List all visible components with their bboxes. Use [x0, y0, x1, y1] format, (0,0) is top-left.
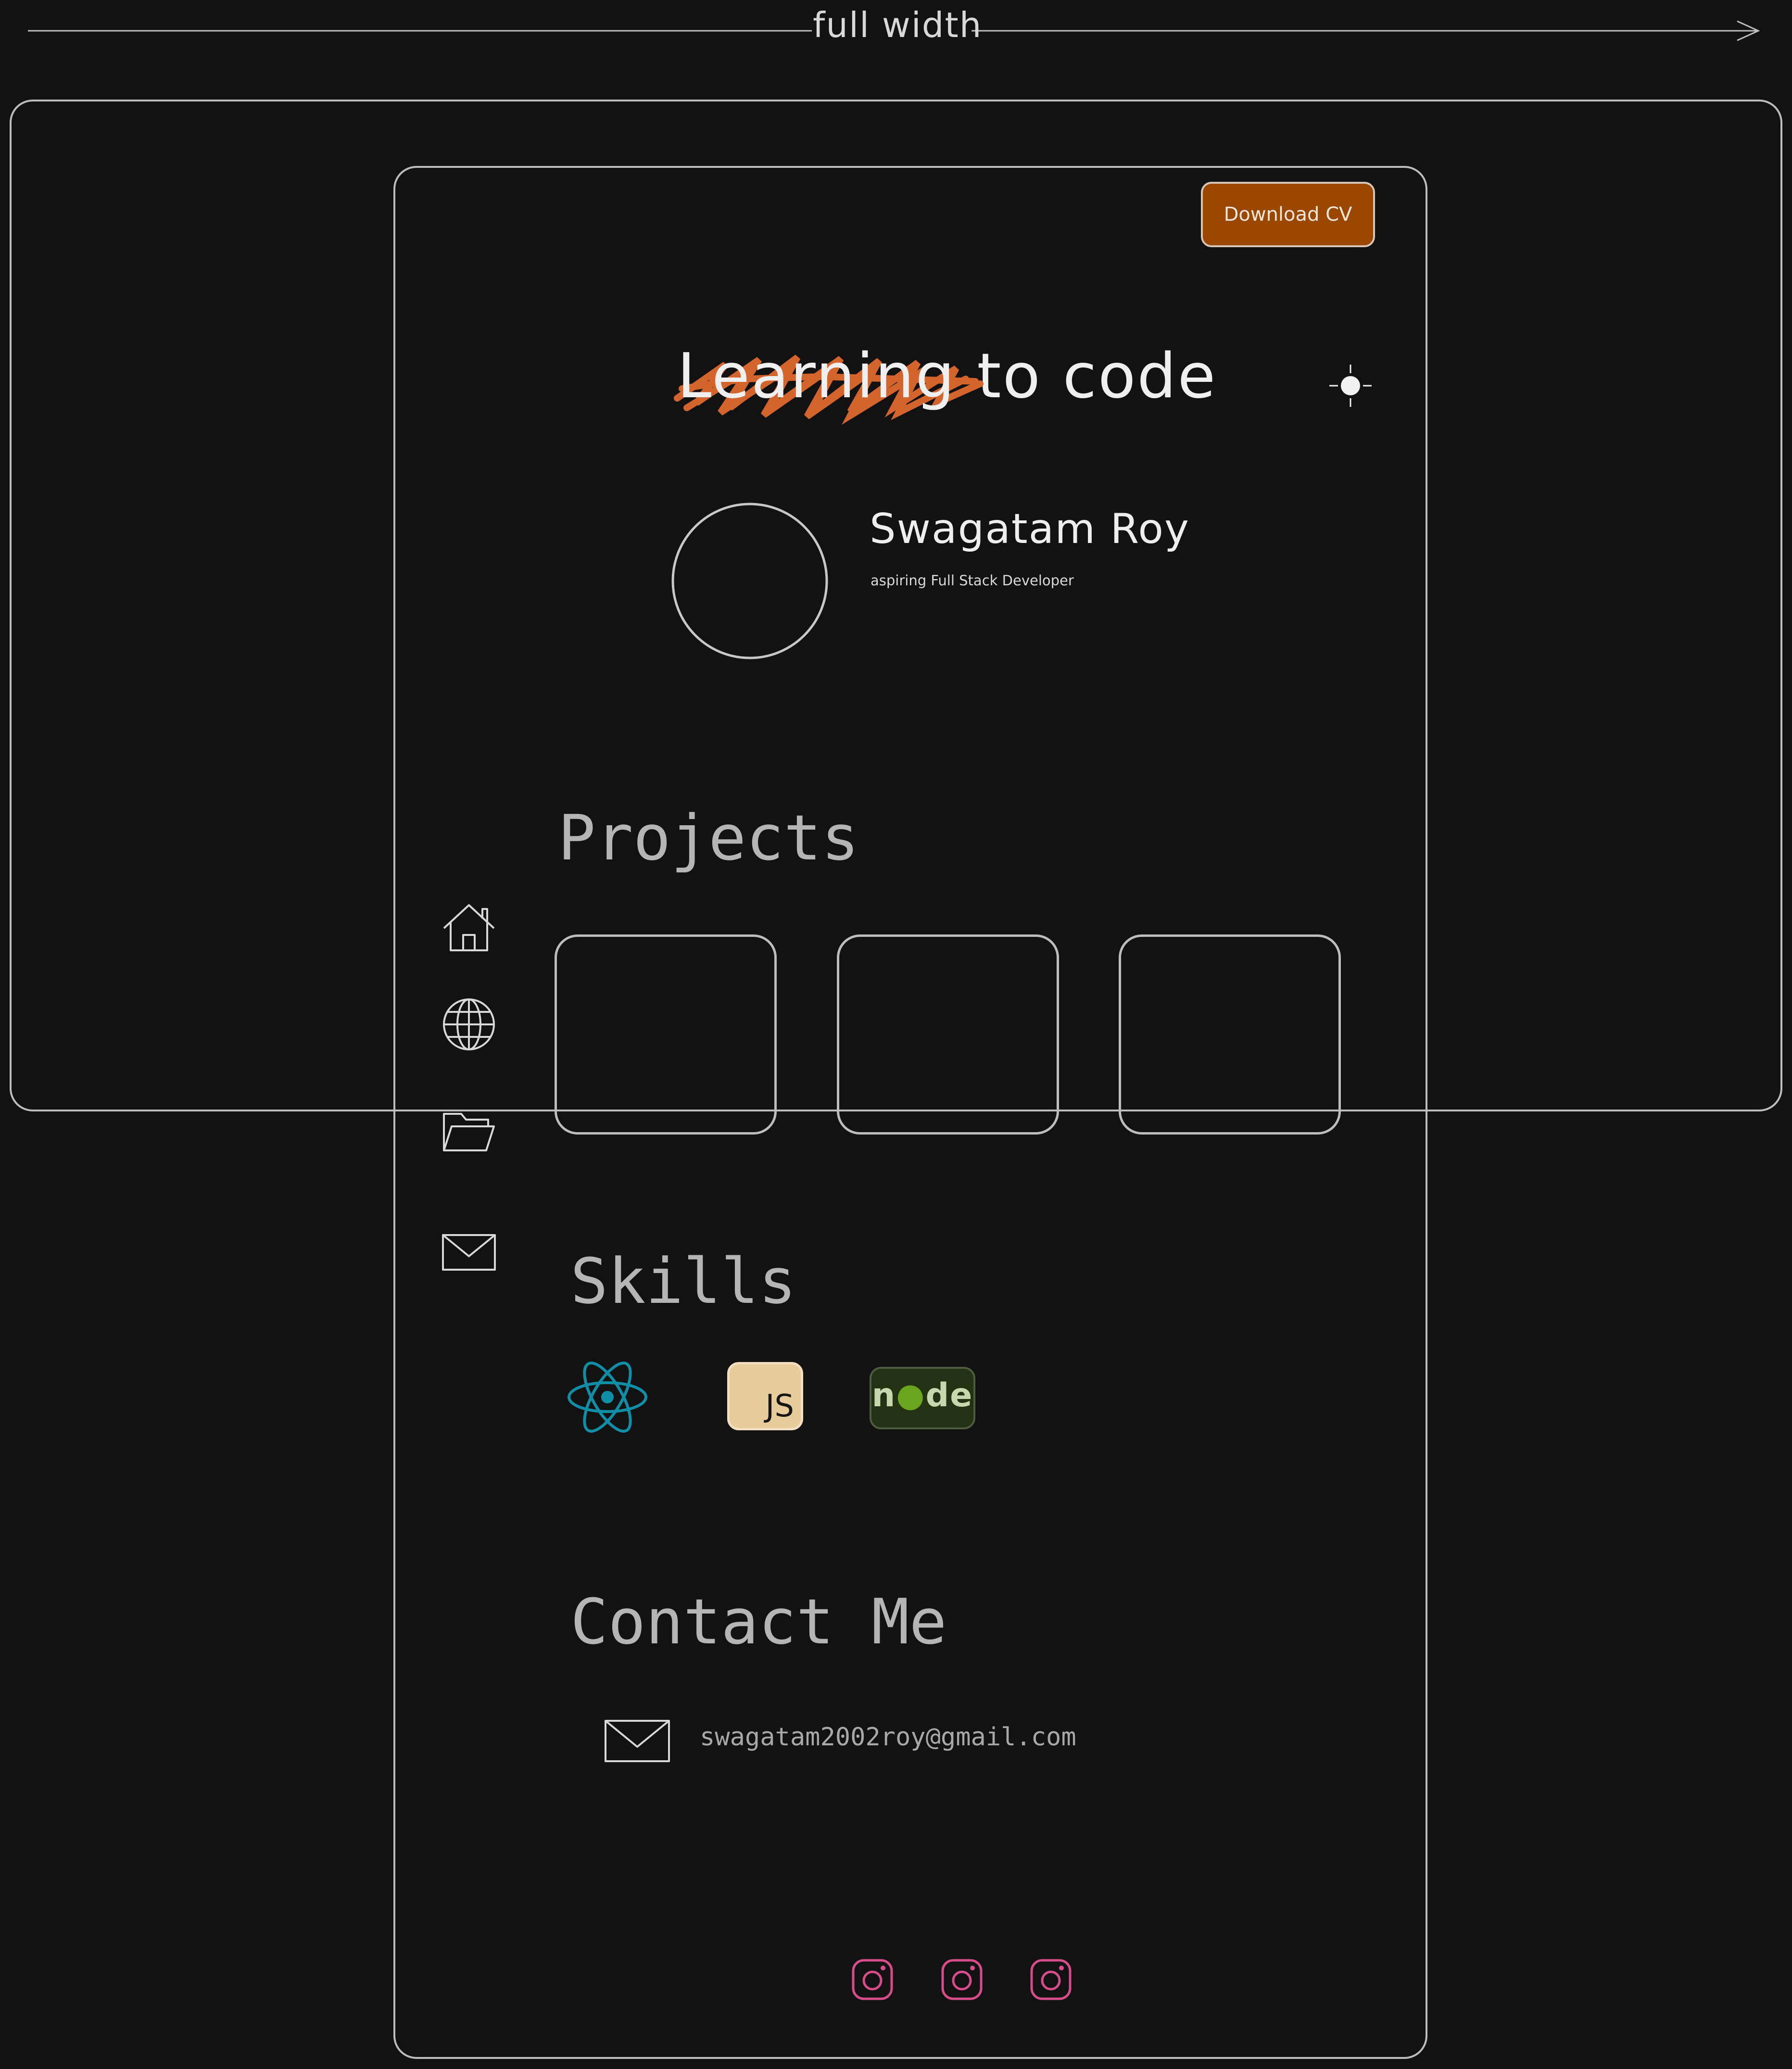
project-card[interactable]: [1119, 934, 1341, 1135]
node-icon: n●de: [870, 1367, 975, 1429]
full-width-label: full width: [813, 5, 983, 45]
struck-word: Learning: [674, 341, 984, 425]
hero-struck-text: Learning: [677, 341, 956, 412]
js-icon: JS: [727, 1362, 803, 1430]
hero-title: Learning to code: [674, 341, 1217, 425]
contact-email-link[interactable]: swagatam2002roy@gmail.com: [700, 1723, 1076, 1752]
js-label: JS: [765, 1388, 795, 1424]
project-card[interactable]: [555, 934, 777, 1135]
profile-tagline: aspiring Full Stack Developer: [871, 572, 1074, 589]
projects-title: Projects: [558, 801, 859, 874]
profile-name: Swagatam Roy: [870, 505, 1190, 553]
sun-icon[interactable]: [1326, 362, 1375, 410]
react-icon: [568, 1362, 647, 1433]
download-cv-button[interactable]: Download CV: [1201, 182, 1375, 247]
mail-icon[interactable]: [604, 1716, 671, 1764]
node-label: n●de: [871, 1376, 973, 1414]
contact-title: Contact Me: [570, 1585, 947, 1658]
project-card[interactable]: [837, 934, 1059, 1135]
folder-icon[interactable]: [440, 1102, 498, 1160]
avatar: [671, 503, 828, 659]
instagram-icon[interactable]: [939, 1956, 985, 2003]
hero-rest-text: to code: [977, 341, 1217, 412]
home-icon[interactable]: [440, 899, 498, 957]
instagram-icon[interactable]: [849, 1956, 896, 2003]
globe-icon[interactable]: [440, 996, 498, 1053]
mail-icon[interactable]: [440, 1222, 498, 1279]
instagram-icon[interactable]: [1028, 1956, 1074, 2003]
skills-title: Skills: [570, 1245, 796, 1318]
